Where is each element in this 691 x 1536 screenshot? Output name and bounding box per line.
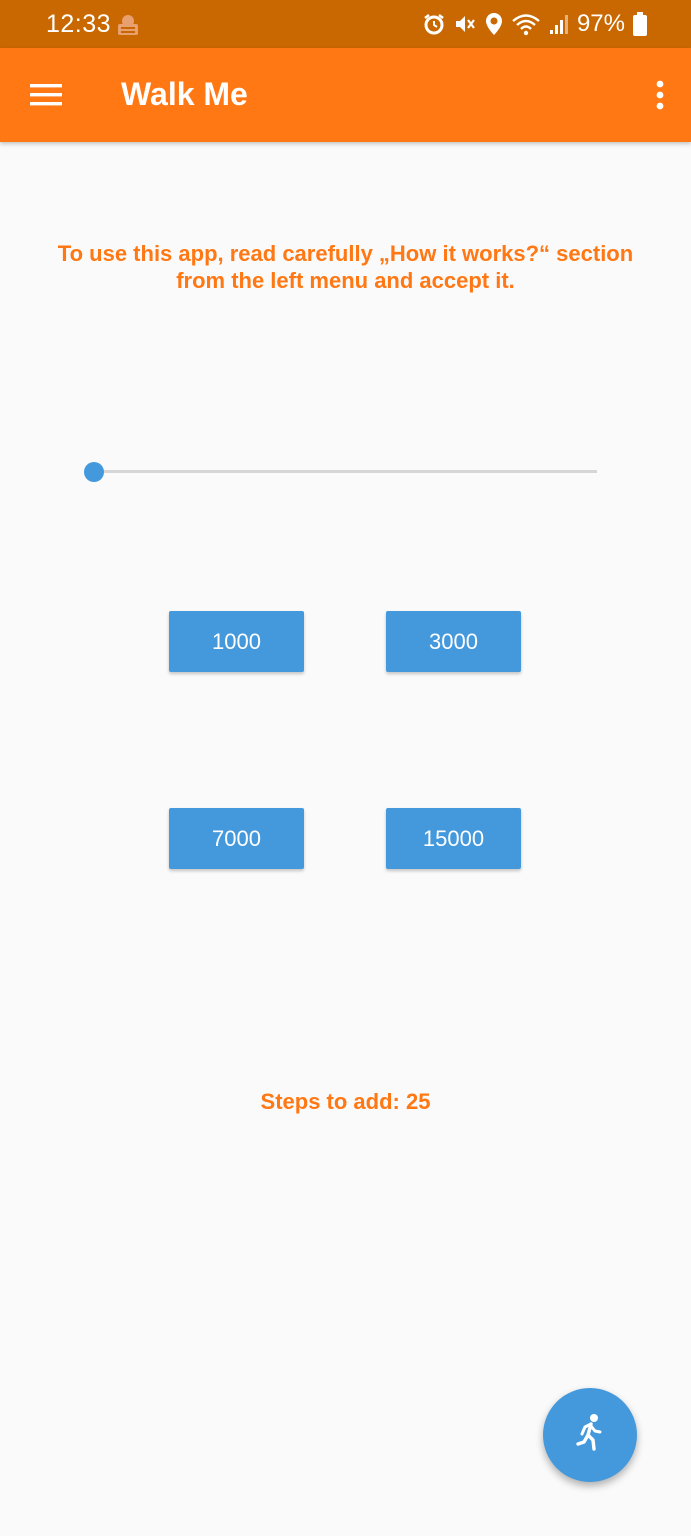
mute-icon <box>453 13 477 35</box>
preset-15000-button[interactable]: 15000 <box>386 808 521 869</box>
signal-icon <box>549 13 569 35</box>
battery-percent: 97% <box>576 10 625 37</box>
status-icons: 97% <box>423 10 647 38</box>
battery-icon <box>633 12 647 36</box>
more-vert-icon[interactable] <box>653 76 667 114</box>
steps-to-add: Steps to add: 25 <box>0 1089 691 1115</box>
hamburger-menu-icon[interactable] <box>26 76 66 114</box>
status-time: 12:33 <box>46 10 112 38</box>
preset-3000-button[interactable]: 3000 <box>386 611 521 672</box>
wifi-icon <box>511 12 541 36</box>
preset-7000-button[interactable]: 7000 <box>169 808 304 869</box>
alarm-icon <box>423 13 445 35</box>
steps-label: Steps to add: <box>260 1089 400 1114</box>
status-bar: 12:33 97% <box>0 0 691 48</box>
steps-slider[interactable] <box>84 460 598 484</box>
slider-thumb[interactable] <box>84 462 104 482</box>
walk-fab-button[interactable] <box>543 1388 637 1482</box>
location-icon <box>485 12 503 36</box>
intro-instructions: To use this app, read carefully „How it … <box>57 241 634 293</box>
app-bar: Walk Me <box>0 48 691 142</box>
walking-person-icon <box>573 1413 607 1458</box>
notification-icon <box>115 12 141 38</box>
preset-1000-button[interactable]: 1000 <box>169 611 304 672</box>
steps-value: 25 <box>405 1089 431 1114</box>
app-title: Walk Me <box>121 76 248 112</box>
slider-track[interactable] <box>94 470 597 473</box>
